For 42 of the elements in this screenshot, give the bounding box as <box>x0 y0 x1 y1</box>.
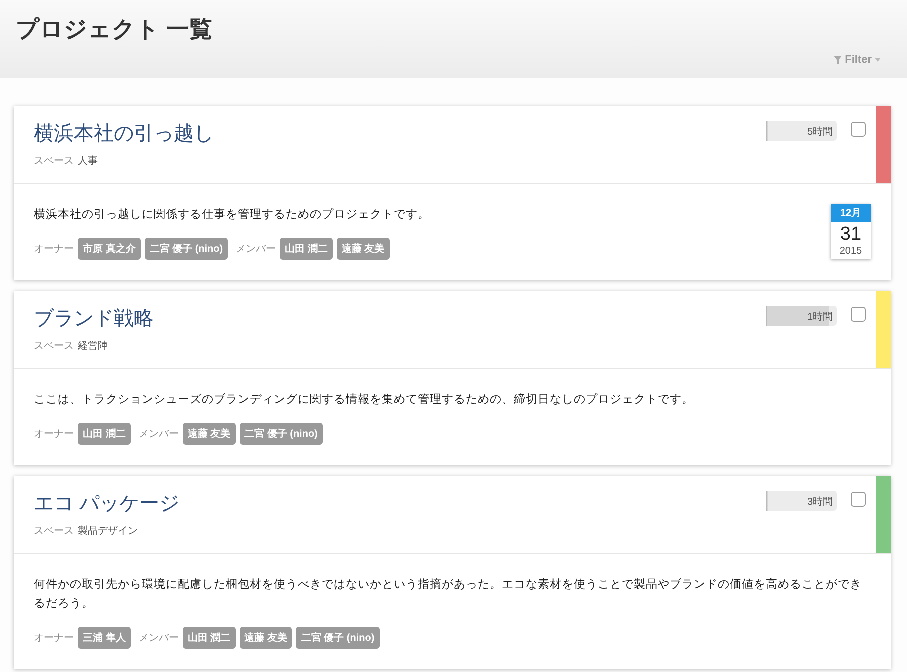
user-tag[interactable]: 遠藤 友美 <box>182 423 236 445</box>
calendar-year: 2015 <box>838 246 864 259</box>
hours-label: 3時間 <box>807 496 833 509</box>
space-label: スペース <box>34 155 74 168</box>
owner-label: オーナー <box>34 243 74 256</box>
filter-icon <box>834 56 842 64</box>
hours-label: 5時間 <box>807 126 833 139</box>
caret-icon <box>875 58 881 62</box>
member-label: メンバー <box>138 428 179 441</box>
user-tag[interactable]: 二宮 優子 (nino) <box>240 423 323 445</box>
checkbox[interactable] <box>851 492 866 507</box>
project-description: 横浜本社の引っ越しに関係する仕事を管理するためのプロジェクトです。 <box>34 207 431 223</box>
hours-label: 1時間 <box>807 310 833 324</box>
owner-label: オーナー <box>34 632 74 645</box>
project-description: ここは、トラクションシューズのブランディングに関する情報を集めて管理するための、締切日なしのプロジェクトです。 <box>34 392 695 408</box>
project-description: 何件かの取引先から環境に配慮した梱包材を使うべきではないかという指摘があった。エコな素材を使うことで製品やブランドの価値を高めることができるだろう。 <box>34 577 863 612</box>
space-label: スペース <box>34 525 74 538</box>
space-label: スペース <box>34 340 74 353</box>
project-title[interactable]: ブランド戦略 <box>34 305 746 332</box>
project-title[interactable]: 横浜本社の引っ越し <box>34 120 746 147</box>
user-tag[interactable]: 遠藤 友美 <box>240 627 292 649</box>
user-tag[interactable]: 二宮 優子 (nino) <box>144 238 228 260</box>
space-name: 人事 <box>78 154 98 168</box>
checkbox[interactable] <box>851 307 866 322</box>
user-tag[interactable]: 遠藤 友美 <box>336 238 390 260</box>
calendar-month: 12月 <box>831 204 871 222</box>
project-title[interactable]: エコ パッケージ <box>34 490 746 517</box>
space-name: 製品デザイン <box>78 524 138 538</box>
filter-button[interactable]: Filter <box>834 50 881 70</box>
owner-label: オーナー <box>34 428 74 441</box>
user-tag[interactable]: 二宮 優子 (nino) <box>296 627 380 649</box>
user-tag[interactable]: 三浦 隼人 <box>78 627 131 649</box>
space-name: 経営陣 <box>78 340 108 353</box>
member-label: メンバー <box>138 632 179 645</box>
user-tag[interactable]: 山田 潤二 <box>182 627 236 649</box>
user-tag[interactable]: 山田 潤二 <box>280 238 333 260</box>
member-label: メンバー <box>236 243 276 256</box>
user-tag[interactable]: 山田 潤二 <box>78 423 131 445</box>
page-title: プロジェクト 一覧 <box>16 15 214 44</box>
checkbox[interactable] <box>851 122 866 137</box>
user-tag[interactable]: 市原 真之介 <box>78 238 141 260</box>
calendar-day: 31 <box>831 222 871 246</box>
